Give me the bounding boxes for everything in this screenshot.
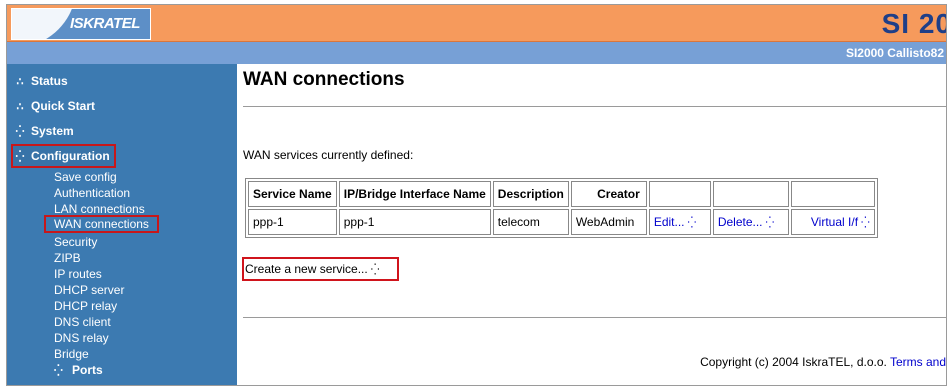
- page-title: WAN connections: [243, 69, 405, 90]
- cell-interface: ppp-1: [338, 209, 491, 235]
- sidebar-subitem-dhcp-server[interactable]: DHCP server: [54, 283, 124, 297]
- sidebar-item-configuration[interactable]: ⁛ Configuration: [11, 144, 116, 168]
- dots-expand-icon: ⁛: [54, 364, 63, 377]
- edit-link[interactable]: Edit... ⁛: [648, 209, 711, 235]
- top-header: ISKRATEL SI 20: [7, 5, 946, 42]
- wan-services-table: Service Name IP/Bridge Interface Name De…: [245, 178, 878, 238]
- brand-title: SI 20: [881, 8, 947, 39]
- copyright-text: Copyright (c) 2004 IskraTEL, d.o.o.: [700, 355, 890, 369]
- col-header-virtual: [790, 181, 875, 207]
- sidebar-subitem-ip-routes[interactable]: IP routes: [54, 267, 102, 281]
- sidebar-subitem-dns-client[interactable]: DNS client: [54, 315, 111, 329]
- col-header-service-name: Service Name: [248, 181, 337, 207]
- app-frame: ISKRATEL SI 20 SI2000 Callisto82 ∴ Statu…: [6, 4, 947, 386]
- dots-collapsed-icon: ∴: [16, 100, 24, 113]
- iskratel-logo: ISKRATEL: [11, 8, 151, 40]
- dots-expand-icon: ⁛: [15, 150, 25, 163]
- sidebar-item-label: Configuration: [31, 149, 110, 163]
- delete-link[interactable]: Delete... ⁛: [712, 209, 789, 235]
- sidebar-subitem-save-config[interactable]: Save config: [54, 170, 117, 184]
- col-header-edit: [648, 181, 711, 207]
- device-model: SI2000 Callisto82: [845, 46, 944, 60]
- dots-collapsed-icon: ∴: [16, 75, 24, 88]
- logo-text: ISKRATEL: [70, 15, 140, 32]
- sidebar: ∴ Status ∴ Quick Start ⁛ System ⁛ Config…: [7, 64, 237, 385]
- dots-expand-icon: ⁛: [687, 217, 697, 229]
- delete-label: Delete...: [717, 215, 763, 229]
- sidebar-subitem-bridge[interactable]: Bridge: [54, 347, 89, 361]
- sidebar-subitem-security[interactable]: Security: [54, 235, 97, 249]
- sidebar-item-system[interactable]: ⁛ System: [13, 122, 74, 140]
- col-header-delete: [712, 181, 789, 207]
- model-bar: SI2000 Callisto82: [7, 42, 946, 64]
- sidebar-subitem-dns-relay[interactable]: DNS relay: [54, 331, 109, 345]
- sidebar-subitem-authentication[interactable]: Authentication: [54, 186, 130, 200]
- divider-bottom: [243, 317, 946, 318]
- sidebar-subitem-dhcp-relay[interactable]: DHCP relay: [54, 299, 117, 313]
- cell-description: telecom: [492, 209, 569, 235]
- sidebar-item-label: Status: [31, 74, 68, 88]
- sidebar-subitem-wan-connections[interactable]: WAN connections: [44, 215, 159, 233]
- virtual-if-link[interactable]: Virtual I/f ⁛: [790, 209, 875, 235]
- dots-expand-icon: ⁛: [861, 217, 870, 229]
- cell-creator: WebAdmin: [570, 209, 647, 235]
- create-service-label: Create a new service...: [245, 262, 368, 276]
- sidebar-subitem-lan-connections[interactable]: LAN connections: [54, 202, 145, 216]
- col-header-description: Description: [492, 181, 569, 207]
- logo-swoosh: [12, 9, 73, 39]
- footer: Copyright (c) 2004 IskraTEL, d.o.o. Term…: [700, 355, 946, 369]
- sidebar-item-label: System: [31, 124, 74, 138]
- cell-service-name: ppp-1: [248, 209, 337, 235]
- intro-text: WAN services currently defined:: [243, 148, 414, 162]
- table-header-row: Service Name IP/Bridge Interface Name De…: [248, 181, 875, 207]
- sidebar-item-label: Ports: [72, 363, 103, 377]
- edit-label: Edit...: [653, 215, 685, 229]
- terms-link[interactable]: Terms and: [890, 355, 946, 369]
- divider-top: [243, 106, 946, 107]
- dots-expand-icon: ⁛: [765, 217, 775, 229]
- sidebar-subitem-ports[interactable]: ⁛ Ports: [54, 363, 103, 377]
- virtual-if-label: Virtual I/f: [810, 215, 859, 229]
- col-header-interface: IP/Bridge Interface Name: [338, 181, 491, 207]
- sidebar-subitem-zipb[interactable]: ZIPB: [54, 251, 81, 265]
- main-content: WAN connections WAN services currently d…: [237, 64, 946, 385]
- dots-expand-icon: ⁛: [15, 125, 25, 138]
- dots-expand-icon: ⁛: [370, 264, 380, 276]
- sidebar-item-status[interactable]: ∴ Status: [13, 72, 68, 90]
- sidebar-item-quick-start[interactable]: ∴ Quick Start: [13, 97, 96, 115]
- sidebar-item-label: Quick Start: [31, 99, 96, 113]
- col-header-creator: Creator: [570, 181, 647, 207]
- table-row: ppp-1 ppp-1 telecom WebAdmin Edit... ⁛ De…: [248, 209, 875, 235]
- create-service-link[interactable]: Create a new service... ⁛: [242, 257, 399, 281]
